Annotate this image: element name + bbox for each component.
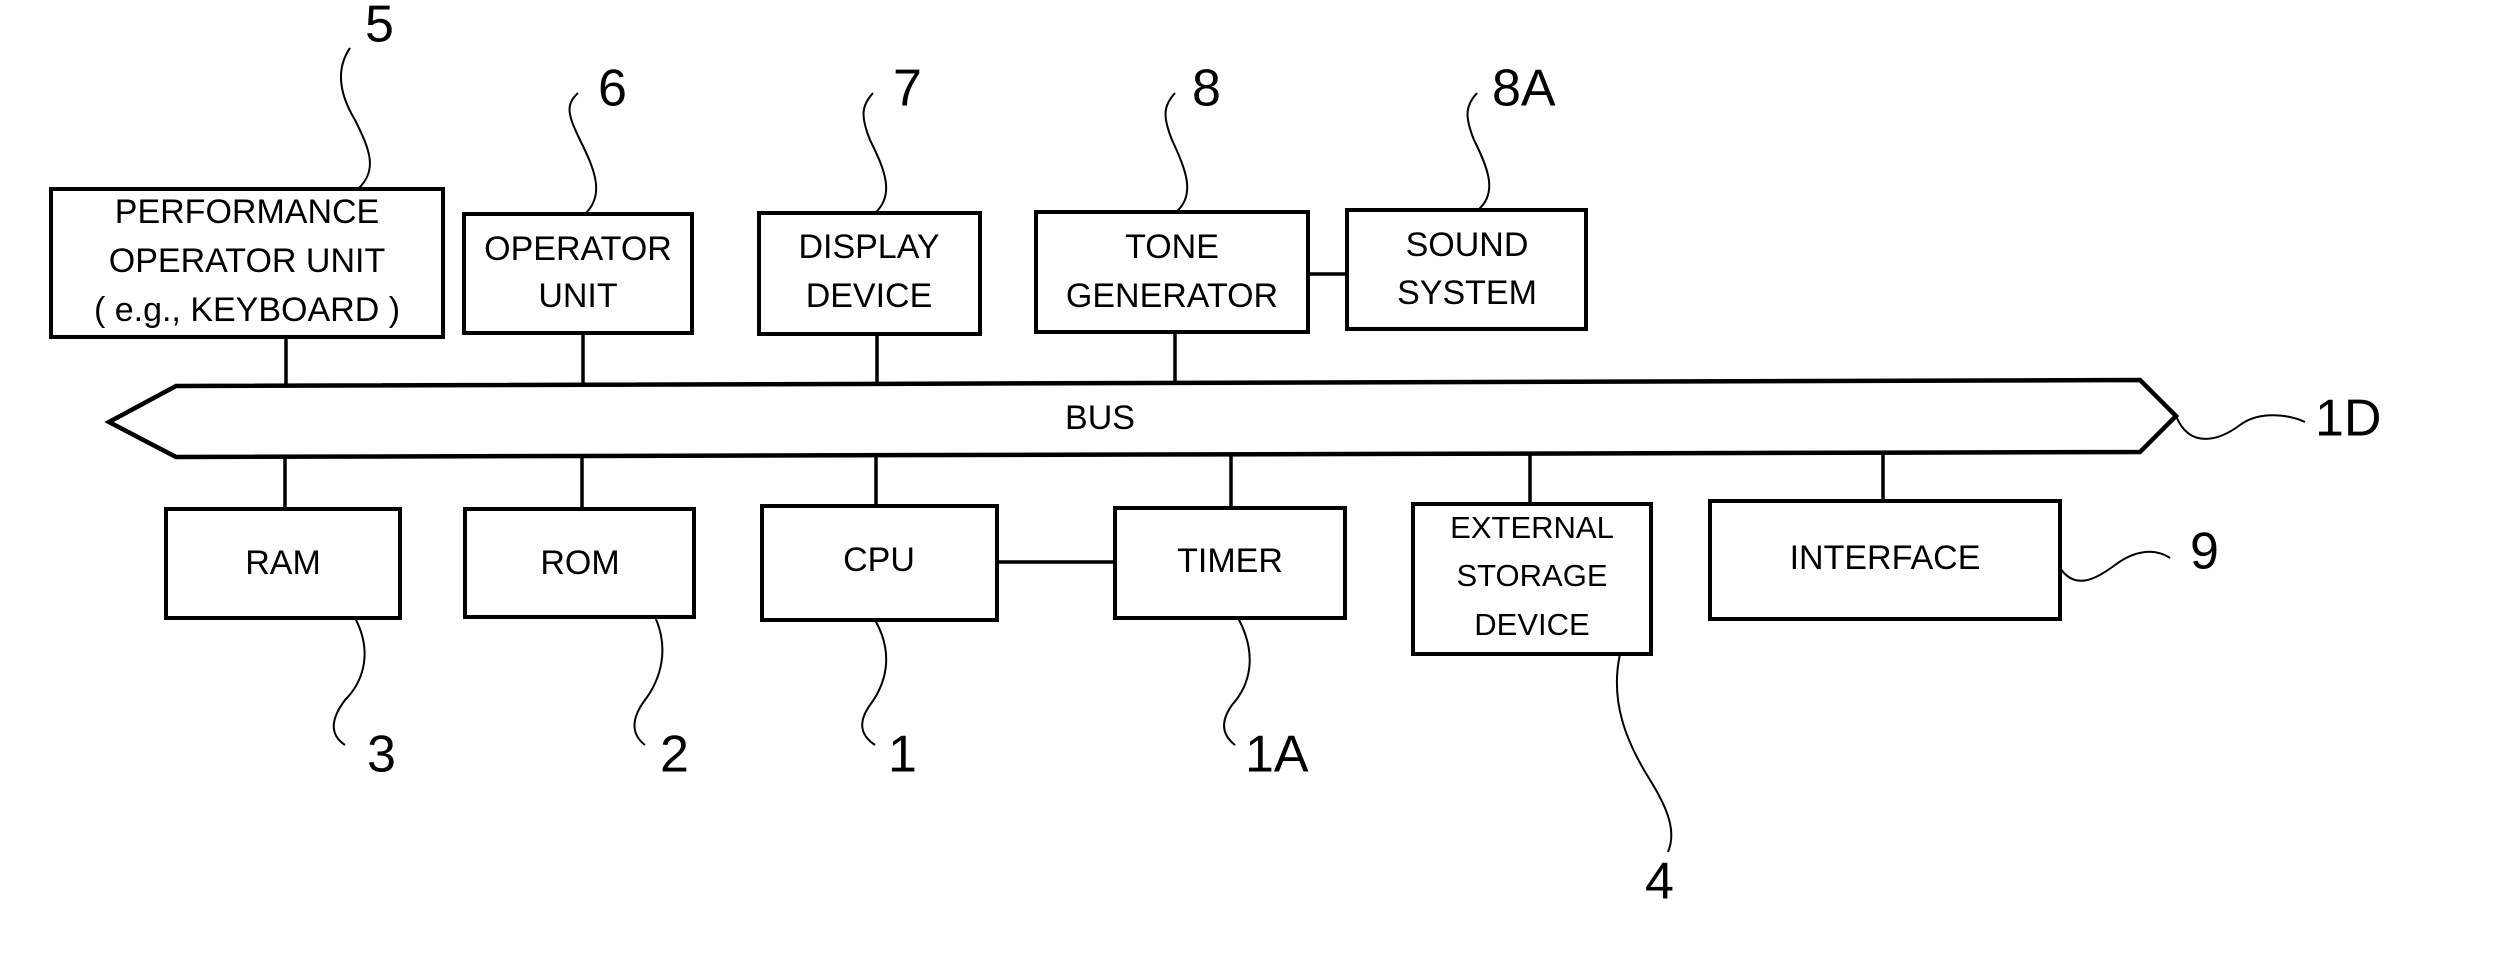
rom-leader — [633, 616, 664, 746]
bus — [104, 377, 2180, 460]
display-ref: 7 — [893, 60, 922, 118]
tone-line-2: GENERATOR — [1066, 277, 1278, 315]
ram-label: RAM — [245, 544, 321, 582]
storage-ref: 4 — [1645, 853, 1674, 911]
ram-ref: 3 — [367, 726, 396, 784]
rom-label: ROM — [540, 544, 619, 582]
sound-line-1: SOUND — [1406, 226, 1529, 264]
performance-line-3: ( e.g., KEYBOARD ) — [94, 291, 400, 329]
operator-ref: 6 — [598, 60, 627, 118]
storage-line-2: STORAGE — [1456, 558, 1607, 593]
operator-line-2: UNIT — [538, 277, 617, 315]
sound-leader — [1466, 92, 1491, 211]
performance-line-1: PERFORMANCE — [115, 193, 379, 231]
timer-ref: 1A — [1245, 726, 1309, 784]
tone-ref: 8 — [1192, 60, 1221, 118]
storage-leader — [1615, 653, 1673, 853]
performance-line-2: OPERATOR UNIT — [109, 242, 385, 280]
sound-ref: 8A — [1492, 60, 1556, 118]
block-diagram: BUS 1D PERFORMANCE OPERATOR UNIT ( e.g.,… — [49, 0, 2381, 911]
performance-leader — [339, 47, 371, 190]
tone-line-1: TONE — [1125, 228, 1219, 266]
bus-label: BUS — [1065, 399, 1135, 437]
cpu-leader — [861, 619, 888, 746]
sound-line-2: SYSTEM — [1397, 274, 1537, 312]
storage-line-1: EXTERNAL — [1450, 510, 1614, 545]
interface-ref: 9 — [2190, 523, 2219, 581]
timer-label: TIMER — [1177, 542, 1283, 580]
display-line-1: DISPLAY — [798, 228, 939, 266]
cpu-ref: 1 — [888, 726, 917, 784]
display-line-2: DEVICE — [806, 277, 933, 315]
ram-leader — [332, 617, 366, 746]
bus-ref: 1D — [2315, 390, 2381, 448]
rom-ref: 2 — [660, 726, 689, 784]
tone-leader — [1164, 92, 1189, 213]
interface-leader — [2059, 550, 2171, 582]
display-leader — [862, 92, 888, 214]
cpu-label: CPU — [843, 541, 915, 579]
operator-leader — [568, 92, 598, 215]
interface-label: INTERFACE — [1790, 539, 1981, 577]
storage-line-3: DEVICE — [1474, 607, 1589, 642]
performance-ref: 5 — [365, 0, 394, 54]
operator-line-1: OPERATOR — [484, 230, 672, 268]
bus-leader — [2175, 414, 2306, 440]
